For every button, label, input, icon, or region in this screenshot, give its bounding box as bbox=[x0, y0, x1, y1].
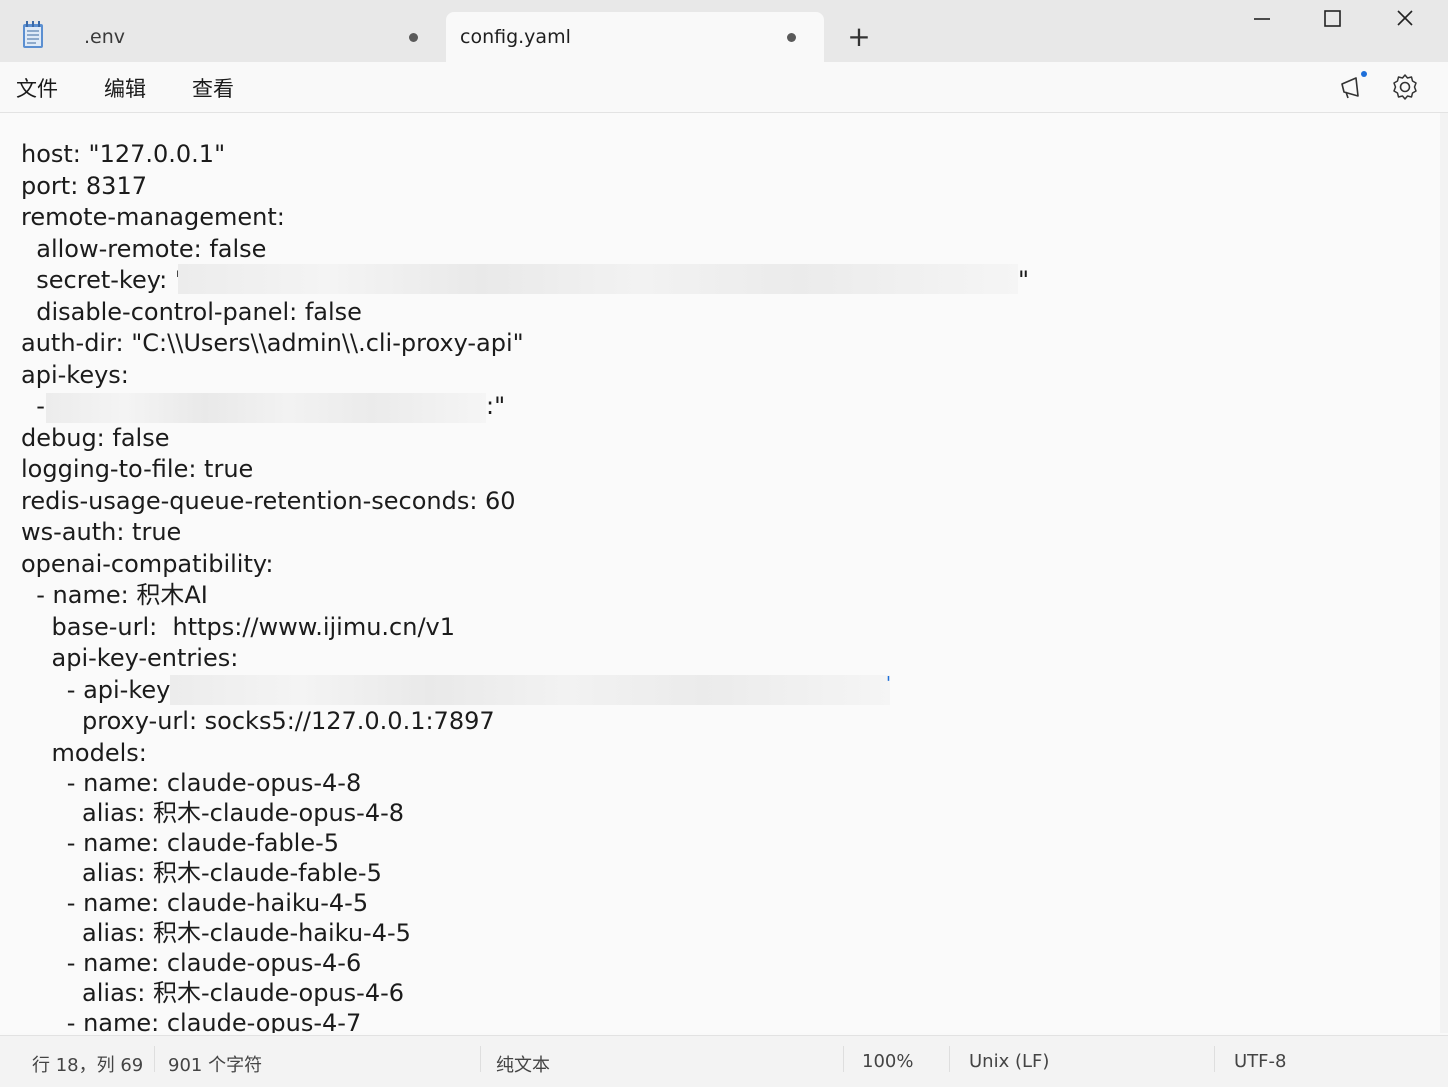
new-tab-button[interactable]: + bbox=[846, 22, 872, 52]
editor-line: - api-key: bbox=[21, 676, 185, 704]
editor-line: auth-dir: "C:\\Users\\admin\\.cli-proxy-… bbox=[21, 329, 524, 357]
cursor-position[interactable]: 行 18，列 69 bbox=[32, 1051, 143, 1077]
editor-line: allow-remote: false bbox=[21, 235, 267, 263]
editor-line: ws-auth: true bbox=[21, 518, 182, 546]
editor-line: " bbox=[1018, 266, 1030, 294]
editor-line: - name: claude-haiku-4-5 bbox=[21, 889, 369, 917]
editor-line: proxy-url: socks5://127.0.0.1:7897 bbox=[21, 707, 495, 735]
editor-line: alias: 积木-claude-haiku-4-5 bbox=[21, 919, 411, 947]
editor-line: - name: claude-opus-4-8 bbox=[21, 769, 362, 797]
redacted-api-key bbox=[46, 393, 486, 423]
menu-bar: 文件 编辑 查看 bbox=[0, 62, 1448, 113]
menu-file[interactable]: 文件 bbox=[16, 73, 58, 103]
minimize-icon[interactable] bbox=[1228, 0, 1298, 40]
editor-line: :" bbox=[486, 392, 506, 420]
tab-env[interactable]: .env bbox=[58, 12, 436, 62]
editor-line: port: 8317 bbox=[21, 172, 147, 200]
editor-line: alias: 积木-claude-opus-4-6 bbox=[21, 979, 405, 1007]
editor-line: disable-control-panel: false bbox=[21, 298, 362, 326]
editor-line: alias: 积木-claude-fable-5 bbox=[21, 859, 382, 887]
menu-edit[interactable]: 编辑 bbox=[104, 73, 146, 103]
editor-line: redis-usage-queue-retention-seconds: 60 bbox=[21, 487, 516, 515]
close-icon[interactable] bbox=[1370, 0, 1440, 40]
status-divider bbox=[480, 1046, 481, 1072]
editor-line: - name: claude-fable-5 bbox=[21, 829, 340, 857]
feedback-icon[interactable] bbox=[1336, 70, 1370, 104]
editor-line: base-url: https://www.ijimu.cn/v1 bbox=[21, 613, 456, 641]
editor-line: host: "127.0.0.1" bbox=[21, 140, 226, 168]
editor-line: models: bbox=[21, 739, 147, 767]
notepad-icon bbox=[23, 21, 43, 48]
text-format[interactable]: 纯文本 bbox=[496, 1051, 550, 1077]
line-ending[interactable]: Unix (LF) bbox=[969, 1051, 1049, 1072]
editor-line: - name: claude-opus-4-7 bbox=[21, 1009, 362, 1033]
redacted-secret-key bbox=[178, 264, 1018, 294]
settings-icon[interactable] bbox=[1388, 70, 1422, 104]
redacted-entry-api-key bbox=[170, 675, 890, 705]
status-divider bbox=[1214, 1046, 1215, 1072]
text-editor[interactable]: host: "127.0.0.1" port: 8317 remote-mana… bbox=[0, 113, 1440, 1033]
editor-line: logging-to-file: true bbox=[21, 455, 254, 483]
editor-line: ' bbox=[886, 673, 891, 694]
vertical-scrollbar[interactable] bbox=[1440, 113, 1448, 1033]
editor-line: - name: claude-opus-4-6 bbox=[21, 949, 362, 977]
tab-label: .env bbox=[84, 26, 126, 48]
editor-line: alias: 积木-claude-opus-4-8 bbox=[21, 799, 405, 827]
menu-view[interactable]: 查看 bbox=[192, 73, 234, 103]
editor-line: remote-management: bbox=[21, 203, 285, 231]
unsaved-indicator bbox=[409, 33, 418, 42]
status-divider bbox=[843, 1046, 844, 1072]
character-count: 901 个字符 bbox=[168, 1055, 263, 1076]
maximize-icon[interactable] bbox=[1298, 0, 1368, 40]
tab-config-yaml[interactable]: config.yaml bbox=[446, 12, 824, 62]
editor-line: debug: false bbox=[21, 424, 170, 452]
editor-line: - name: 积木AI bbox=[21, 581, 208, 609]
status-bar: 行 18，列 69 901 个字符 纯文本 100% Unix (LF) UTF… bbox=[0, 1035, 1448, 1087]
editor-line: api-keys: bbox=[21, 361, 129, 389]
zoom-level[interactable]: 100% bbox=[862, 1051, 913, 1072]
unsaved-indicator bbox=[787, 33, 796, 42]
editor-line: api-key-entries: bbox=[21, 644, 239, 672]
editor-line: openai-compatibility: bbox=[21, 550, 274, 578]
tab-label: config.yaml bbox=[460, 26, 571, 48]
title-bar: .env config.yaml + bbox=[0, 0, 1448, 62]
editor-line: secret-key: " bbox=[21, 266, 186, 294]
status-divider bbox=[949, 1046, 950, 1072]
status-divider bbox=[154, 1046, 155, 1072]
encoding[interactable]: UTF-8 bbox=[1234, 1051, 1286, 1072]
